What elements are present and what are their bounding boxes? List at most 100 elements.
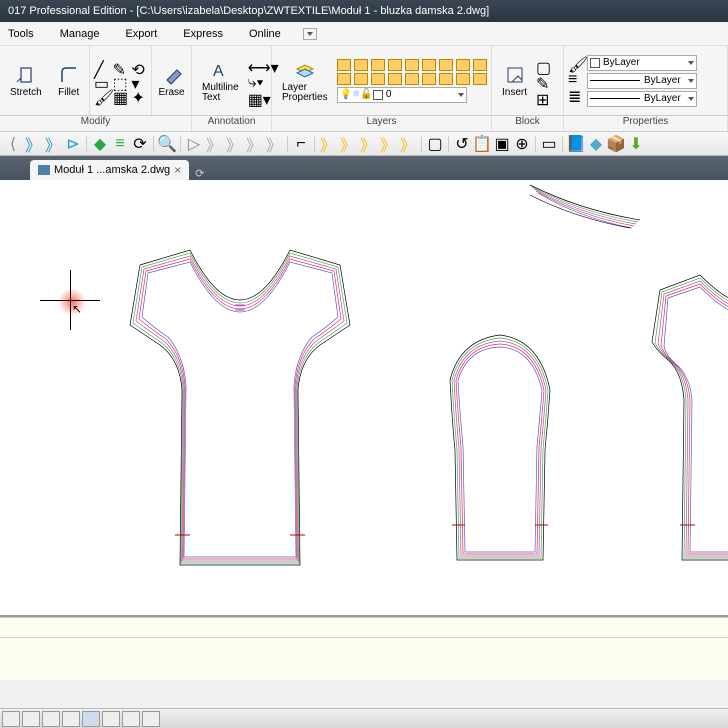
grid-icon[interactable]: ▦: [113, 88, 129, 102]
tb-next3-icon[interactable]: ⊳: [64, 135, 82, 153]
table-icon[interactable]: ▦▾: [248, 90, 264, 104]
insert-label: Insert: [502, 87, 527, 98]
tb-clip-icon[interactable]: 📋: [473, 135, 491, 153]
tb-g4-icon[interactable]: 》: [379, 135, 397, 153]
tb-tag-icon[interactable]: ◆: [91, 135, 109, 153]
drawing-canvas[interactable]: ↖: [0, 180, 728, 616]
menu-tools[interactable]: Tools: [4, 26, 38, 42]
erase-button[interactable]: Erase: [156, 61, 187, 100]
layerprops-button[interactable]: Layer Properties: [276, 57, 334, 105]
mtext-button[interactable]: A Multiline Text: [196, 57, 245, 105]
layer-unlock-icon[interactable]: [473, 59, 487, 71]
tb-ff4-icon[interactable]: 》: [265, 135, 283, 153]
tb-play-icon[interactable]: ▷: [185, 135, 203, 153]
active-tab[interactable]: Moduł 1 ...amska 2.dwg ×: [30, 160, 189, 180]
dd-icon[interactable]: ▾: [131, 74, 147, 88]
tb-g3-icon[interactable]: 》: [359, 135, 377, 153]
linetype-selector[interactable]: ByLayer: [587, 91, 697, 107]
layer-prev-icon[interactable]: [337, 73, 351, 85]
layer-freeze-icon[interactable]: [371, 59, 385, 71]
layer-new-icon[interactable]: [473, 73, 487, 85]
tb-ff3-icon[interactable]: 》: [245, 135, 263, 153]
layer-del-icon[interactable]: [422, 73, 436, 85]
tb-sq-icon[interactable]: ▢: [426, 135, 444, 153]
tb-g2-icon[interactable]: 》: [339, 135, 357, 153]
tb-prev-icon[interactable]: ⟨: [4, 135, 22, 153]
layer-cur-icon[interactable]: [371, 73, 385, 85]
edit-icon[interactable]: ✎: [113, 60, 129, 74]
tb-next-icon[interactable]: 》: [24, 135, 42, 153]
menu-express[interactable]: Express: [179, 26, 227, 42]
tb-next2-icon[interactable]: 》: [44, 135, 62, 153]
tb-ff1-icon[interactable]: 》: [205, 135, 223, 153]
tb-g1-icon[interactable]: 》: [319, 135, 337, 153]
layer-selector[interactable]: 💡❄🔓 0: [337, 87, 467, 103]
sleeve-pattern: [430, 330, 570, 570]
tb-book-icon[interactable]: 📘: [567, 135, 585, 153]
tab-close-icon[interactable]: ×: [174, 163, 181, 177]
edit-block-icon[interactable]: ✎: [536, 74, 552, 88]
tb-tag2-icon[interactable]: ◆: [587, 135, 605, 153]
command-area[interactable]: [0, 616, 728, 680]
tb-g5-icon[interactable]: 》: [399, 135, 417, 153]
stretch-button[interactable]: Stretch: [4, 61, 48, 100]
layer-off-icon[interactable]: [354, 59, 368, 71]
tb-box-icon[interactable]: 📦: [607, 135, 625, 153]
tb-refresh-icon[interactable]: ⟳: [131, 135, 149, 153]
model-toggle[interactable]: [142, 711, 160, 727]
tab-overflow-icon[interactable]: ⟳: [195, 167, 204, 180]
tb-undo-icon[interactable]: ↺: [453, 135, 471, 153]
rect-icon[interactable]: ▭: [94, 74, 110, 88]
panel-label-properties: Properties: [564, 116, 728, 131]
fillet-button[interactable]: Fillet: [51, 61, 87, 100]
layer-copy-icon[interactable]: [388, 73, 402, 85]
layer-walk-icon[interactable]: [405, 73, 419, 85]
layer-iso-icon[interactable]: [405, 59, 419, 71]
leader-icon[interactable]: ⤷▾: [248, 74, 264, 88]
menu-manage[interactable]: Manage: [56, 26, 104, 42]
lineweight-selector[interactable]: ByLayer: [587, 73, 697, 89]
osnap-toggle[interactable]: [82, 711, 100, 727]
tb-prop-icon[interactable]: ▣: [493, 135, 511, 153]
layer-uniso-icon[interactable]: [422, 59, 436, 71]
list-icon[interactable]: ≡: [568, 71, 584, 85]
tb-dl-icon[interactable]: ⬇: [627, 135, 645, 153]
layer-state-icon[interactable]: [456, 73, 470, 85]
layer-on-icon[interactable]: [456, 59, 470, 71]
menu-online[interactable]: Online: [245, 26, 285, 42]
create-block-icon[interactable]: ▢: [536, 58, 552, 72]
menu-dropdown-icon[interactable]: [303, 28, 317, 40]
list2-icon[interactable]: ≣: [568, 87, 584, 101]
tb-search-icon[interactable]: 🔍: [158, 135, 176, 153]
tb-list-icon[interactable]: ≡: [111, 135, 129, 153]
lwt-toggle[interactable]: [122, 711, 140, 727]
snap-toggle[interactable]: [2, 711, 20, 727]
layer-thaw-icon[interactable]: [439, 59, 453, 71]
tb-angle-icon[interactable]: ⌐: [292, 135, 310, 153]
layer-merge-icon[interactable]: [439, 73, 453, 85]
match-icon[interactable]: 🖌: [568, 55, 584, 69]
insert-button[interactable]: Insert: [496, 61, 533, 100]
move-icon[interactable]: ⬚: [113, 74, 129, 88]
rotate-icon[interactable]: ⟲: [131, 60, 147, 74]
lineweight-icon: [590, 80, 640, 81]
otrack-toggle[interactable]: [102, 711, 120, 727]
tb-ff2-icon[interactable]: 》: [225, 135, 243, 153]
layer-match-icon[interactable]: [354, 73, 368, 85]
tb-target-icon[interactable]: ⊕: [513, 135, 531, 153]
layer-make-icon[interactable]: [337, 59, 351, 71]
explode-icon[interactable]: ✦: [132, 88, 148, 102]
dim-icon[interactable]: ⟷▾: [248, 58, 264, 72]
attr-icon[interactable]: ⊞: [536, 90, 552, 104]
cmd-input[interactable]: [0, 637, 728, 657]
polar-toggle[interactable]: [62, 711, 80, 727]
paint-icon[interactable]: 🖌: [94, 88, 110, 102]
ortho-toggle[interactable]: [42, 711, 60, 727]
front-pattern: [120, 235, 360, 575]
menu-export[interactable]: Export: [121, 26, 161, 42]
layer-lock-icon[interactable]: [388, 59, 402, 71]
color-selector[interactable]: ByLayer: [587, 55, 697, 71]
dashline-icon[interactable]: ╱: [94, 60, 110, 74]
grid-toggle[interactable]: [22, 711, 40, 727]
tb-doc-icon[interactable]: ▭: [540, 135, 558, 153]
